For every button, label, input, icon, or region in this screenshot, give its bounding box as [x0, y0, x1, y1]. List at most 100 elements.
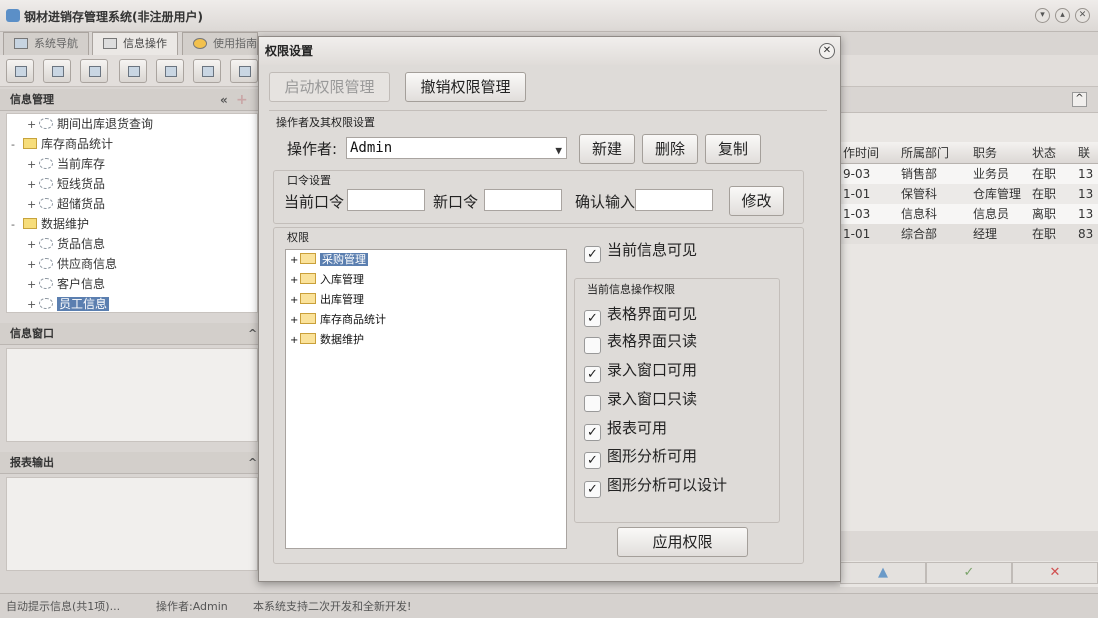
chevron-down-icon: ▼	[555, 144, 562, 157]
table-cell: 综合部	[901, 227, 938, 241]
operator-select[interactable]: Admin ▼	[346, 137, 567, 159]
ops-checkbox[interactable]: ✓ 录入窗口只读	[584, 388, 698, 412]
delete-operator-button[interactable]: 删除	[642, 134, 698, 164]
ops-checkbox[interactable]: ✓ 表格界面可见	[584, 303, 697, 327]
tab-info-ops[interactable]: 信息操作	[92, 32, 178, 55]
tree-node[interactable]: - 库存商品统计	[11, 134, 113, 154]
ops-checkbox[interactable]: ✓ 录入窗口可用	[584, 359, 697, 383]
perm-tree-label: 数据维护	[320, 333, 364, 346]
column-header[interactable]: 作时间	[843, 142, 879, 164]
close-icon[interactable]: ✕	[819, 43, 835, 59]
tree-node[interactable]: + 客户信息	[27, 274, 105, 294]
info-window-title: 信息窗口	[10, 327, 54, 340]
users-icon	[128, 66, 140, 77]
permission-group-title: 权限	[287, 231, 309, 244]
tree-node[interactable]: + 期间出库退货查询	[27, 114, 153, 134]
confirm-button[interactable]: ✓	[926, 562, 1012, 584]
tree-node[interactable]: - 数据维护	[11, 214, 89, 234]
column-header[interactable]: 状态	[1032, 142, 1056, 164]
dialog-title: 权限设置	[265, 44, 314, 58]
move-up-button[interactable]: ▲	[840, 562, 926, 584]
collapse-up-icon[interactable]: ^	[248, 452, 257, 474]
table-cell: 在职	[1032, 187, 1057, 201]
copy-operator-button[interactable]: 复制	[705, 134, 761, 164]
tree-node[interactable]: + 短线货品	[27, 174, 105, 194]
current-info-visible-checkbox[interactable]: ✓ 当前信息可见	[584, 239, 697, 263]
status-hint: 自动提示信息(共1项)...	[6, 600, 121, 613]
column-header[interactable]: 所属部门	[901, 142, 949, 164]
ops-checkbox[interactable]: ✓ 图形分析可用	[584, 445, 697, 469]
enable-permission-button[interactable]: 启动权限管理	[269, 72, 390, 102]
folder-icon	[300, 253, 316, 264]
table-row[interactable]: 1-01 综合部 经理 在职 83	[840, 224, 1098, 244]
tree-node-label: 超储货品	[57, 197, 106, 211]
modify-password-button[interactable]: 修改	[729, 186, 784, 216]
folder-icon	[300, 293, 316, 304]
perm-tree-node[interactable]: + 入库管理	[290, 271, 364, 289]
checkbox-box: ✓	[584, 395, 601, 412]
tree-node-selected[interactable]: + 员工信息	[27, 294, 110, 314]
checkbox-box: ✓	[584, 452, 601, 469]
folder-icon	[23, 138, 37, 149]
gear-icon	[39, 198, 53, 209]
report-title: 报表输出	[10, 456, 54, 469]
app-icon	[6, 9, 20, 22]
tree-node[interactable]: + 供应商信息	[27, 254, 117, 274]
table-cell: 经理	[973, 227, 998, 241]
column-header[interactable]: 联	[1078, 142, 1090, 164]
table-row[interactable]: 1-01 保管科 仓库管理 在职 13	[840, 184, 1098, 204]
tree-node-label: 当前库存	[57, 157, 106, 171]
confirm-password-input[interactable]	[635, 189, 713, 211]
add-icon[interactable]: +	[236, 89, 248, 111]
tree-node-label: 客户信息	[57, 277, 106, 291]
table-cell: 在职	[1032, 167, 1057, 181]
revoke-permission-button[interactable]: 撤销权限管理	[405, 72, 526, 102]
tree-node[interactable]: + 超储货品	[27, 194, 105, 214]
ops-checkbox[interactable]: ✓ 图形分析可以设计	[584, 474, 727, 498]
cancel-button[interactable]: ✕	[1012, 562, 1098, 584]
export-tool-button[interactable]	[193, 59, 221, 83]
table-row[interactable]: 1-03 信息科 信息员 离职 13	[840, 204, 1098, 224]
maximize-icon[interactable]: ▴	[1055, 8, 1070, 23]
close-icon[interactable]: ✕	[1075, 8, 1090, 23]
divider	[269, 110, 827, 111]
apply-permission-button[interactable]: 应用权限	[617, 527, 748, 557]
table-row[interactable]: 9-03 销售部 业务员 在职 13	[840, 164, 1098, 184]
table-cell: 信息员	[973, 207, 1010, 221]
collapse-left-icon[interactable]: «	[220, 89, 228, 111]
users-tool-button[interactable]	[119, 59, 147, 83]
perm-tree-node[interactable]: + 采购管理	[290, 251, 368, 269]
perm-tree-label: 入库管理	[320, 273, 364, 286]
collapse-up-icon[interactable]: ^	[248, 323, 257, 345]
grid-nav-buttons: ▲ ✓ ✕	[840, 562, 1098, 586]
ops-checkbox[interactable]: ✓ 报表可用	[584, 417, 667, 441]
window-tool-button[interactable]	[156, 59, 184, 83]
tab-system-nav[interactable]: 系统导航	[3, 32, 89, 55]
tree-node[interactable]: + 货品信息	[27, 234, 105, 254]
folder-icon	[300, 313, 316, 324]
tree-node-label: 供应商信息	[57, 257, 118, 271]
ops-checkbox[interactable]: ✓ 表格界面只读	[584, 330, 697, 354]
column-header[interactable]: 职务	[973, 142, 997, 164]
perm-tree-node[interactable]: + 数据维护	[290, 331, 364, 349]
search-tool-button[interactable]	[6, 59, 34, 83]
perm-tree-node[interactable]: + 库存商品统计	[290, 311, 386, 329]
minimize-icon[interactable]: ▾	[1035, 8, 1050, 23]
tree-node[interactable]: + 当前库存	[27, 154, 105, 174]
table-cell: 离职	[1032, 207, 1057, 221]
new-operator-button[interactable]: 新建	[579, 134, 635, 164]
status-bar: 自动提示信息(共1项)... 操作者:Admin 本系统支持二次开发和全新开发!	[0, 593, 1098, 618]
checkbox-label: 录入窗口只读	[607, 390, 698, 408]
current-password-input[interactable]	[347, 189, 425, 211]
perm-tree-node[interactable]: + 出库管理	[290, 291, 364, 309]
collapse-grid-icon[interactable]: ^	[1072, 92, 1087, 107]
perm-tree-label: 库存商品统计	[320, 313, 386, 326]
table-cell: 业务员	[973, 167, 1010, 181]
perm-tree-label: 采购管理	[320, 253, 368, 266]
tab-user-guide[interactable]: 使用指南	[182, 32, 258, 55]
list-tool-button[interactable]	[43, 59, 71, 83]
new-password-input[interactable]	[484, 189, 562, 211]
gear-icon	[39, 298, 53, 309]
print-tool-button[interactable]	[230, 59, 258, 83]
document-tool-button[interactable]	[80, 59, 108, 83]
